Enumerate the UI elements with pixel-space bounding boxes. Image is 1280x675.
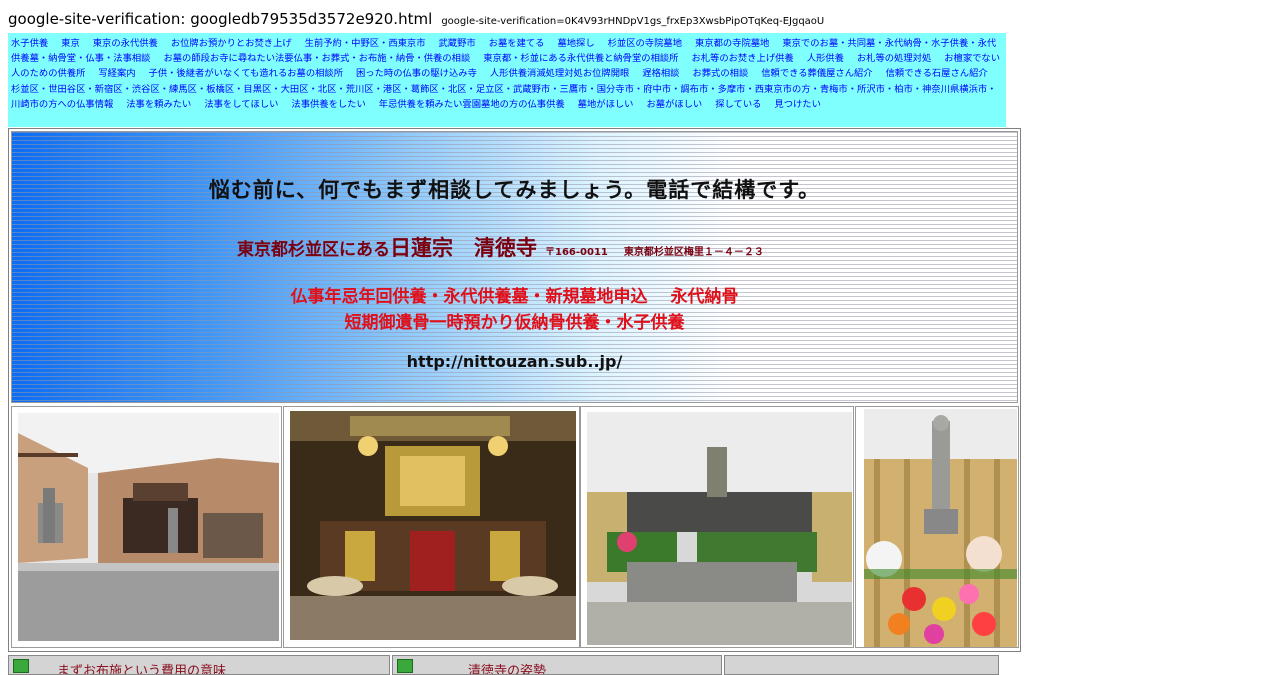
- altar-image: [290, 411, 576, 640]
- banner-headline: 悩む前に、何でもまず相談してみましょう。電話で結構です。: [208, 178, 821, 202]
- photo-statue[interactable]: [855, 406, 1019, 648]
- banner-location: 東京都杉並区にある: [237, 240, 390, 260]
- nav-link[interactable]: お墓の師段お寺に尋ねたい法要仏事・お葬式・お布施・納骨・供養の相談: [163, 53, 470, 64]
- checkmark-icon: [397, 659, 413, 673]
- verification-file-text: google-site-verification: googledb79535d…: [8, 10, 433, 28]
- banner-services-line1: 仏事年忌年回供養・永代供養墓・新規墓地申込 永代納骨: [290, 287, 739, 307]
- statue-image: [864, 409, 1017, 647]
- nav-link[interactable]: 人形供養消滅処理対処お位牌開眼: [490, 68, 629, 79]
- info-tab-fees[interactable]: まずお布施という費用の意味: [8, 655, 390, 675]
- photo-temple-exterior[interactable]: [11, 406, 282, 648]
- nav-link[interactable]: 東京: [61, 38, 80, 49]
- banner-services: 仏事年忌年回供養・永代供養墓・新規墓地申込 永代納骨 短期御遺骨一時預かり仮納骨…: [12, 284, 1017, 336]
- nav-link[interactable]: 杉並区の寺院墓地: [608, 38, 682, 49]
- nav-link[interactable]: 東京の永代供養: [93, 38, 158, 49]
- nav-link[interactable]: 墓地がほしい: [578, 99, 634, 110]
- nav-link[interactable]: 水子供養: [11, 38, 48, 49]
- nav-link[interactable]: 墓地探し: [557, 38, 594, 49]
- temple-exterior-image: [18, 413, 279, 641]
- banner-postal: 〒166-0011: [545, 247, 608, 258]
- nav-link[interactable]: お札等の処理対処: [857, 53, 931, 64]
- nav-link[interactable]: 年忌供養を頼みたい雲園墓地の方の仏事供養: [379, 99, 565, 110]
- photo-graves[interactable]: [580, 406, 854, 648]
- info-tab-stance-label: 清徳寺の姿勢: [468, 664, 547, 675]
- nav-link[interactable]: 法事をしてほしい: [204, 99, 278, 110]
- info-tab-empty: [724, 655, 999, 675]
- banner-services-line2: 短期御遺骨一時預かり仮納骨供養・水子供養: [344, 313, 685, 333]
- nav-link[interactable]: 法事を頼みたい: [126, 99, 191, 110]
- nav-link[interactable]: お位牌お預かりとお焚き上げ: [171, 38, 292, 49]
- nav-link[interactable]: お墓がほしい: [646, 99, 702, 110]
- nav-link[interactable]: 武蔵野市: [439, 38, 476, 49]
- nav-link[interactable]: 写経案内: [98, 68, 135, 79]
- nav-link[interactable]: お葬式の相談: [692, 68, 748, 79]
- nav-link[interactable]: 困った時の仏事の駆け込み寺: [356, 68, 477, 79]
- nav-link[interactable]: 東京都の寺院墓地: [695, 38, 769, 49]
- info-tab-fees-label: まずお布施という費用の意味: [57, 664, 227, 675]
- verification-line: google-site-verification: googledb79535d…: [8, 9, 824, 32]
- nav-link[interactable]: 信頼できる石屋さん紹介: [886, 68, 988, 79]
- verification-meta-text: google-site-verification=0K4V93rHNDpV1gs…: [441, 16, 825, 27]
- nav-link[interactable]: 法事供養をしたい: [291, 99, 365, 110]
- nav-link[interactable]: お札等のお焚き上げ供養: [691, 53, 793, 64]
- graves-image: [587, 412, 852, 645]
- checkmark-icon: [13, 659, 29, 673]
- nav-link-bar: 水子供養 東京 東京の永代供養 お位牌お預かりとお焚き上げ 生前予約・中野区・西…: [8, 33, 1006, 127]
- nav-link[interactable]: 子供・後継者がいなくても造れるお墓の相談所: [149, 68, 344, 79]
- banner-address: 東京都杉並区梅里１－４－２３: [623, 247, 764, 258]
- banner-temple-name: 日蓮宗 清徳寺: [390, 236, 537, 260]
- nav-link[interactable]: お墓を建てる: [489, 38, 545, 49]
- banner-temple-line: 東京都杉並区にある日蓮宗 清徳寺 〒166-0011 東京都杉並区梅里１－４－２３: [237, 232, 764, 262]
- photo-altar[interactable]: [283, 406, 580, 648]
- nav-link[interactable]: 信頼できる葬儀屋さん紹介: [761, 68, 872, 79]
- nav-link[interactable]: 東京都・杉並にある永代供養と納骨堂の相談所: [483, 53, 678, 64]
- nav-link[interactable]: 見つけたい: [774, 99, 821, 110]
- banner-url[interactable]: http://nittouzan.sub..jp/: [12, 352, 1017, 371]
- nav-link[interactable]: 遅格相談: [642, 68, 679, 79]
- info-tab-stance[interactable]: 清徳寺の姿勢: [392, 655, 722, 675]
- nav-link[interactable]: 探している: [715, 99, 761, 110]
- temple-banner: 悩む前に、何でもまず相談してみましょう。電話で結構です。 東京都杉並区にある日蓮…: [11, 131, 1018, 403]
- nav-link[interactable]: 生前予約・中野区・西東京市: [305, 38, 426, 49]
- nav-link[interactable]: 人形供養: [807, 53, 844, 64]
